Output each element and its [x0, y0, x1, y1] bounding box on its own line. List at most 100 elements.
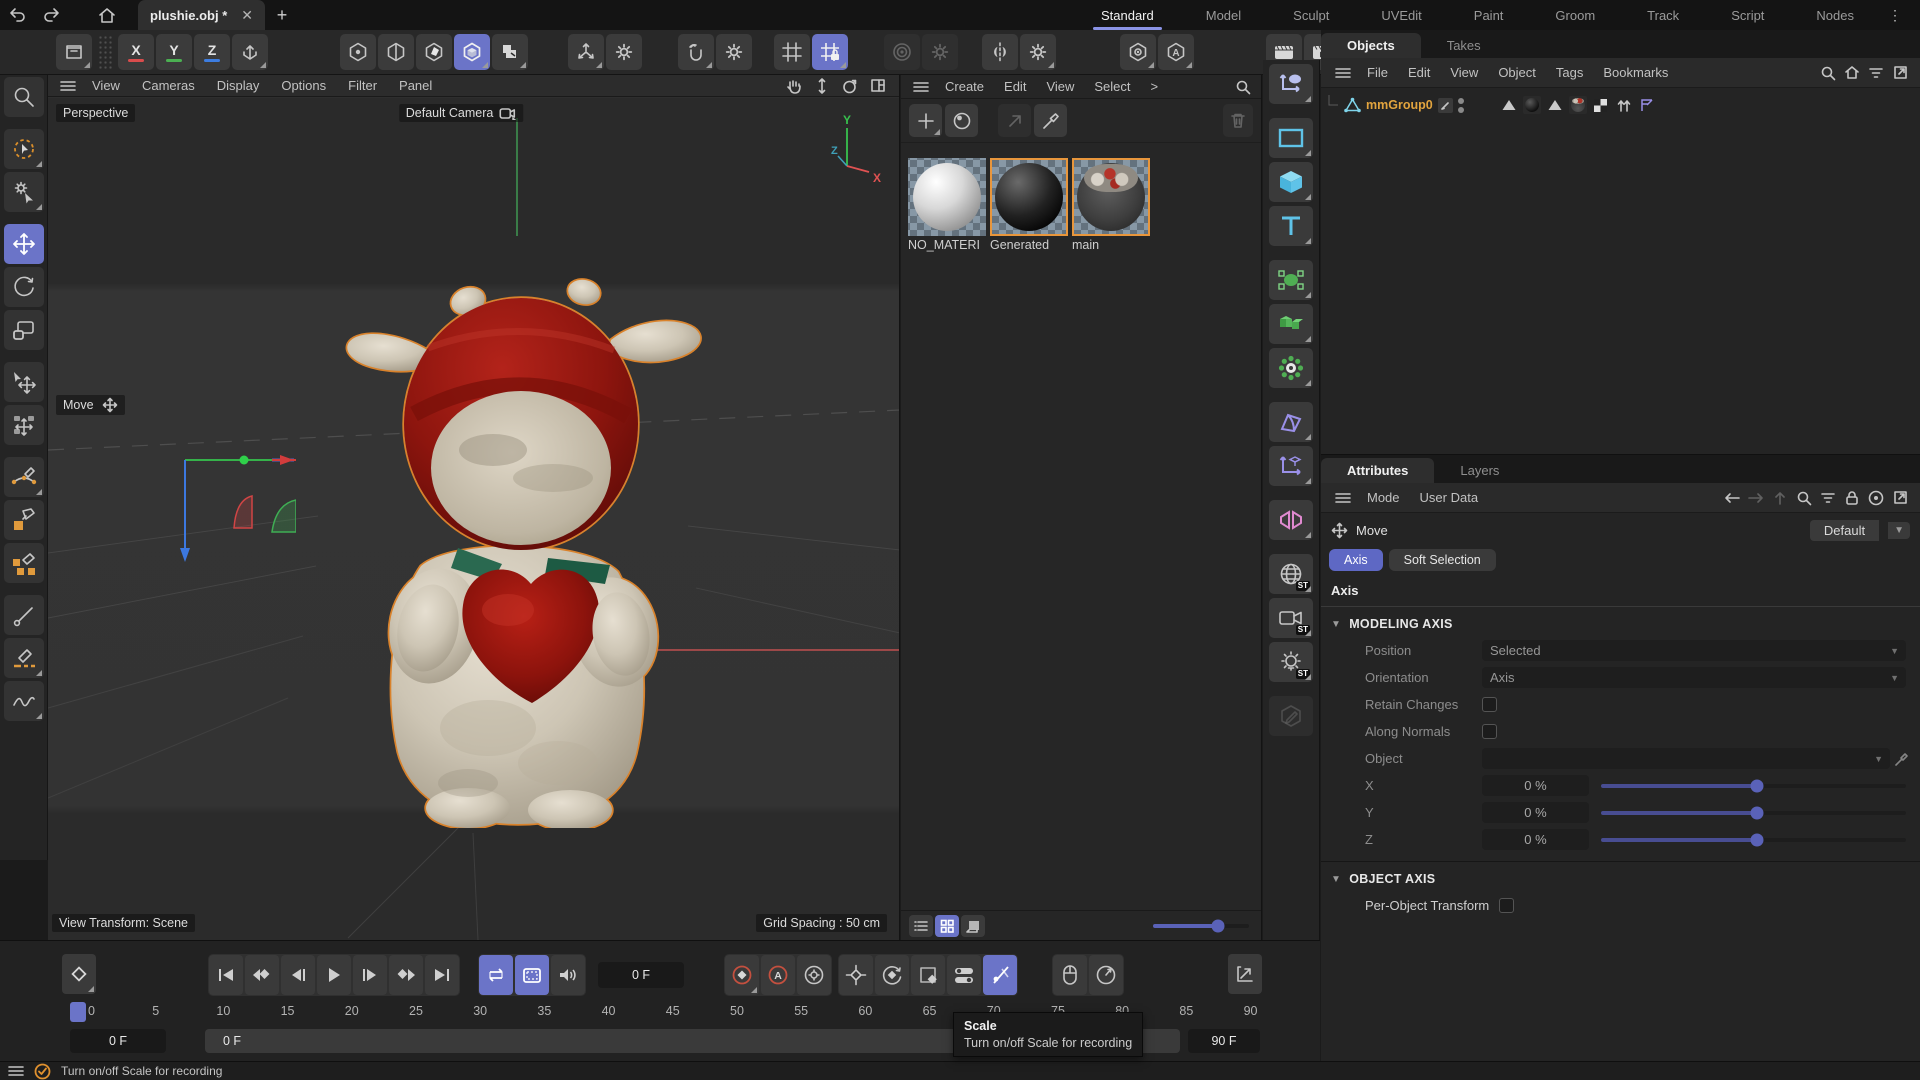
mode-tab-axis[interactable]: Axis: [1329, 549, 1383, 571]
objects-menu-view[interactable]: View: [1440, 65, 1488, 80]
symmetry-hub-settings-button[interactable]: [922, 34, 958, 70]
ruler-tick-30[interactable]: 30: [473, 1004, 487, 1018]
uvw-tag[interactable]: [1592, 96, 1610, 114]
object-name[interactable]: mmGroup0: [1366, 98, 1433, 112]
attributes-menu-userdata[interactable]: User Data: [1410, 490, 1489, 505]
attributes-filter-button[interactable]: [1816, 486, 1840, 510]
parent-up-button[interactable]: [1768, 486, 1792, 510]
material-tag-generated[interactable]: [1523, 96, 1541, 114]
ruler-tick-10[interactable]: 10: [216, 1004, 230, 1018]
mode-tab-soft-selection[interactable]: Soft Selection: [1389, 549, 1496, 571]
symmetry-object-button[interactable]: [1269, 500, 1313, 540]
object-row-mmgroup0[interactable]: mmGroup0: [1325, 94, 1916, 116]
record-scale-toggle[interactable]: [911, 955, 945, 995]
new-tab-button[interactable]: +: [265, 0, 299, 30]
mirror-tool-button[interactable]: [982, 34, 1018, 70]
deformer-button[interactable]: [1269, 348, 1313, 388]
viewport-menu-display[interactable]: Display: [207, 78, 270, 93]
scale-tool-button[interactable]: [4, 310, 44, 350]
sound-button[interactable]: [551, 955, 585, 995]
layer-color-chip[interactable]: [1438, 98, 1453, 113]
auto-mode-button[interactable]: A: [1158, 34, 1194, 70]
preset-dropdown[interactable]: Default: [1810, 520, 1879, 541]
material-thumb-main[interactable]: [1072, 158, 1150, 236]
hamburger-icon[interactable]: [60, 80, 76, 92]
plane-cut-button[interactable]: [4, 638, 44, 678]
layout-tab-script[interactable]: Script: [1705, 0, 1790, 30]
objects-menu-bookmarks[interactable]: Bookmarks: [1593, 65, 1678, 80]
material-menu-create[interactable]: Create: [935, 79, 994, 94]
play-mode-button[interactable]: [515, 955, 549, 995]
next-frame-button[interactable]: [353, 955, 387, 995]
play-button[interactable]: [317, 955, 351, 995]
delete-material-button[interactable]: [1223, 104, 1253, 137]
snap-button[interactable]: [678, 34, 714, 70]
section-object-axis[interactable]: ▼ OBJECT AXIS: [1321, 862, 1920, 892]
visibility-dots[interactable]: [1458, 98, 1464, 113]
ruler-tick-85[interactable]: 85: [1179, 1004, 1193, 1018]
modeling-axis-button[interactable]: [568, 34, 604, 70]
position-dropdown[interactable]: Selected▼: [1482, 640, 1906, 661]
ruler-tick-25[interactable]: 25: [409, 1004, 423, 1018]
object-link-field[interactable]: ▼: [1482, 748, 1890, 769]
load-material-button[interactable]: [998, 104, 1031, 137]
document-tab[interactable]: plushie.obj * ✕: [138, 0, 265, 30]
environment-object-button[interactable]: ST: [1269, 554, 1313, 594]
view-label[interactable]: Perspective: [56, 104, 135, 122]
layout-overflow-menu[interactable]: ⋮: [1880, 13, 1910, 18]
model-mode-button[interactable]: [454, 34, 490, 70]
record-rotation-toggle[interactable]: [875, 955, 909, 995]
y-value-field[interactable]: 0 %: [1482, 802, 1589, 823]
toggle-panel-icon[interactable]: [870, 78, 886, 93]
snap-settings-button[interactable]: [716, 34, 752, 70]
polygons-mode-button[interactable]: [416, 34, 452, 70]
material-menu-select[interactable]: Select: [1084, 79, 1140, 94]
next-key-button[interactable]: [389, 955, 423, 995]
viewport-menu-filter[interactable]: Filter: [338, 78, 387, 93]
tab-attributes[interactable]: Attributes: [1321, 458, 1434, 483]
along-normals-checkbox[interactable]: [1482, 724, 1497, 739]
phong-tag-2[interactable]: [1546, 96, 1564, 114]
transform-tool-button[interactable]: [4, 362, 44, 402]
material-list-view-button[interactable]: [909, 915, 933, 937]
mouse-record-button[interactable]: [1053, 955, 1087, 995]
x-slider[interactable]: [1601, 784, 1906, 788]
material-tag-main[interactable]: [1569, 96, 1587, 114]
objects-menu-file[interactable]: File: [1357, 65, 1398, 80]
live-selection-button[interactable]: [4, 129, 44, 169]
polygon-pen-button[interactable]: [4, 500, 44, 540]
home-button[interactable]: [90, 0, 124, 30]
current-frame-field[interactable]: 0 F: [598, 962, 684, 988]
toolbar-grip[interactable]: [98, 35, 112, 69]
material-menu-edit[interactable]: Edit: [994, 79, 1036, 94]
add-material-button[interactable]: [909, 104, 942, 137]
y-axis-lock-button[interactable]: Y: [156, 34, 192, 70]
loop-playback-button[interactable]: [479, 955, 513, 995]
viewport-menu-view[interactable]: View: [82, 78, 130, 93]
objects-filter-button[interactable]: [1864, 61, 1888, 85]
material-layer-view-button[interactable]: [961, 915, 985, 937]
ruler-tick-55[interactable]: 55: [794, 1004, 808, 1018]
ruler-tick-20[interactable]: 20: [345, 1004, 359, 1018]
material-item[interactable]: main: [1072, 158, 1152, 252]
attributes-menu-mode[interactable]: Mode: [1357, 490, 1410, 505]
ruler-tick-15[interactable]: 15: [281, 1004, 295, 1018]
sketch-tool-button[interactable]: [4, 681, 44, 721]
thumbnail-size-slider[interactable]: [1153, 924, 1249, 928]
object-mode-button[interactable]: [492, 34, 528, 70]
objects-popout-button[interactable]: [1888, 61, 1912, 85]
grid-button[interactable]: [774, 34, 810, 70]
layout-tab-uvedit[interactable]: UVEdit: [1355, 0, 1447, 30]
goto-end-button[interactable]: [425, 955, 459, 995]
search-tool-button[interactable]: [4, 77, 44, 117]
layout-tab-standard[interactable]: Standard: [1075, 0, 1180, 30]
mirror-settings-button[interactable]: [1020, 34, 1056, 70]
generator-button[interactable]: [1269, 260, 1313, 300]
spline-pen-button[interactable]: [4, 457, 44, 497]
tweak-tool-button[interactable]: [4, 172, 44, 212]
hamburger-icon[interactable]: [913, 81, 929, 93]
search-icon[interactable]: [1235, 79, 1251, 95]
y-slider[interactable]: [1601, 811, 1906, 815]
z-slider[interactable]: [1601, 838, 1906, 842]
orbit-view-icon[interactable]: [841, 78, 858, 94]
